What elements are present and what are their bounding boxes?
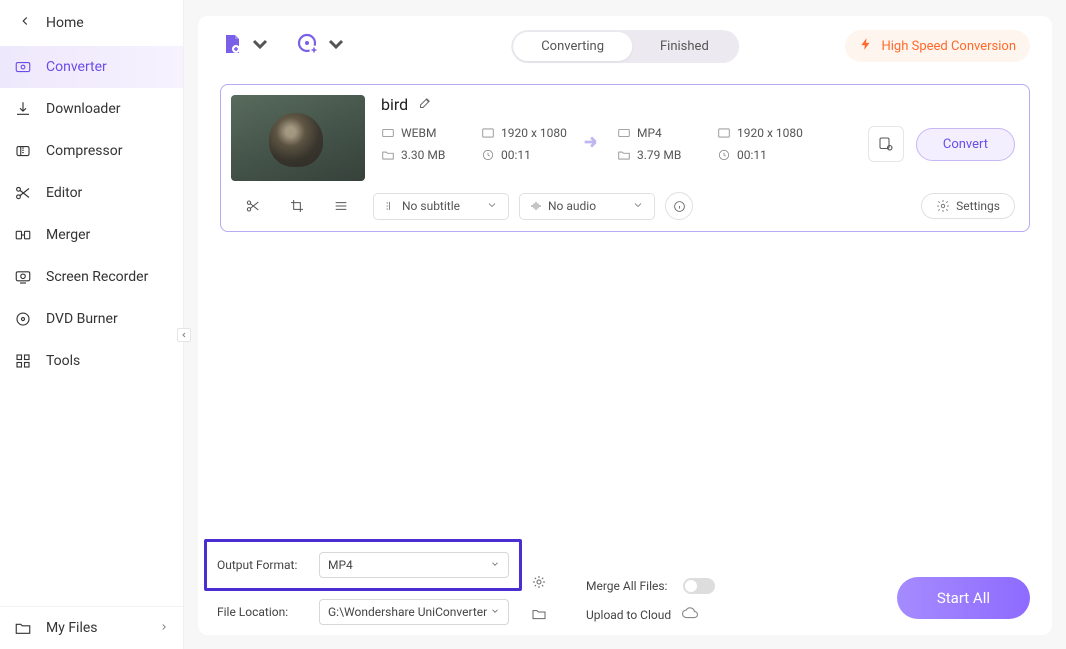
arrow-right-icon: [581, 131, 603, 157]
audio-dropdown[interactable]: No audio: [519, 193, 655, 220]
chevron-down-icon: [632, 199, 644, 214]
sidebar-collapse-button[interactable]: [177, 328, 191, 342]
crop-button[interactable]: [275, 191, 319, 221]
converter-icon: [14, 58, 32, 76]
start-all-button[interactable]: Start All: [897, 577, 1030, 619]
merger-icon: [14, 226, 32, 244]
scissors-icon: [14, 184, 32, 202]
sidebar-item-label: DVD Burner: [46, 311, 118, 327]
settings-label: Settings: [956, 199, 1000, 213]
chevron-down-icon: [490, 558, 500, 572]
chevron-down-icon: [486, 199, 498, 214]
convert-button[interactable]: Convert: [916, 128, 1015, 161]
sidebar-item-label: Downloader: [46, 101, 121, 117]
sidebar-home-label: Home: [46, 15, 84, 31]
chevron-down-icon: [248, 32, 272, 60]
sidebar-item-label: Screen Recorder: [46, 269, 148, 285]
src-duration: 00:11: [501, 148, 531, 162]
my-files-label: My Files: [46, 620, 98, 636]
sidebar-item-converter[interactable]: Converter: [0, 46, 183, 88]
dst-size: 3.79 MB: [637, 148, 681, 162]
dst-resolution: 1920 x 1080: [737, 126, 803, 140]
sidebar-my-files[interactable]: My Files: [0, 606, 183, 649]
src-size: 3.30 MB: [401, 148, 445, 162]
high-speed-conversion-button[interactable]: High Speed Conversion: [845, 30, 1030, 62]
chevron-down-icon: [490, 605, 500, 619]
sidebar-item-editor[interactable]: Editor: [0, 172, 183, 214]
subtitle-value: No subtitle: [402, 199, 460, 213]
output-format-value: MP4: [328, 558, 353, 572]
subtitle-dropdown[interactable]: No subtitle: [373, 193, 509, 220]
sidebar-home[interactable]: Home: [0, 0, 183, 46]
sidebar-item-label: Tools: [46, 353, 80, 369]
tab-finished[interactable]: Finished: [632, 32, 737, 61]
file-settings-button[interactable]: Settings: [921, 193, 1015, 219]
lightning-icon: [859, 37, 873, 55]
open-folder-icon[interactable]: [530, 605, 548, 623]
chevron-down-icon: [324, 32, 348, 60]
audio-value: No audio: [548, 199, 596, 213]
dst-format: MP4: [637, 126, 662, 140]
output-format-dropdown[interactable]: MP4: [319, 552, 509, 578]
file-settings-icon-button[interactable]: [868, 126, 904, 162]
add-disc-button[interactable]: [296, 32, 348, 60]
chevron-left-icon: [18, 14, 32, 32]
hsc-label: High Speed Conversion: [881, 39, 1016, 54]
sidebar-item-screen-recorder[interactable]: Screen Recorder: [0, 256, 183, 298]
dst-duration: 00:11: [737, 148, 767, 162]
compressor-icon: [14, 142, 32, 160]
download-icon: [14, 100, 32, 118]
folder-icon: [14, 619, 32, 637]
add-file-icon: [220, 32, 244, 60]
sidebar-item-compressor[interactable]: Compressor: [0, 130, 183, 172]
grid-icon: [14, 352, 32, 370]
file-title: bird: [381, 95, 408, 114]
edit-tool-strip: [231, 191, 363, 221]
output-settings-icon[interactable]: [530, 573, 548, 591]
output-format-label: Output Format:: [217, 558, 309, 572]
sidebar-item-tools[interactable]: Tools: [0, 340, 183, 382]
upload-label: Upload to Cloud: [586, 608, 671, 622]
edit-icon[interactable]: [418, 95, 433, 114]
status-tabs: Converting Finished: [511, 30, 739, 63]
sidebar-item-downloader[interactable]: Downloader: [0, 88, 183, 130]
file-card[interactable]: bird WEBM 3.30 MB 1920 x 1080 00:11: [220, 84, 1030, 232]
screen-recorder-icon: [14, 268, 32, 286]
merge-toggle[interactable]: [683, 578, 715, 594]
merge-label: Merge All Files:: [586, 579, 667, 593]
trim-button[interactable]: [231, 191, 275, 221]
sidebar-item-label: Merger: [46, 227, 90, 243]
file-location-dropdown[interactable]: G:\Wondershare UniConverter: [319, 599, 509, 625]
video-thumbnail[interactable]: [231, 95, 365, 181]
info-button[interactable]: [665, 192, 693, 220]
output-format-highlight: Output Format: MP4: [204, 539, 522, 591]
effects-button[interactable]: [319, 191, 363, 221]
file-location-value: G:\Wondershare UniConverter: [328, 605, 487, 619]
src-format: WEBM: [401, 126, 436, 140]
file-location-label: File Location:: [217, 605, 309, 619]
sidebar-item-label: Compressor: [46, 143, 122, 159]
sidebar-item-dvd-burner[interactable]: DVD Burner: [0, 298, 183, 340]
cloud-icon[interactable]: [681, 604, 699, 625]
src-resolution: 1920 x 1080: [501, 126, 567, 140]
disc-icon: [14, 310, 32, 328]
add-disc-icon: [296, 32, 320, 60]
tab-converting[interactable]: Converting: [513, 32, 632, 61]
sidebar-item-label: Editor: [46, 185, 82, 201]
chevron-right-icon: [159, 620, 169, 636]
add-file-button[interactable]: [220, 32, 272, 60]
sidebar-item-merger[interactable]: Merger: [0, 214, 183, 256]
sidebar-item-label: Converter: [46, 59, 107, 75]
